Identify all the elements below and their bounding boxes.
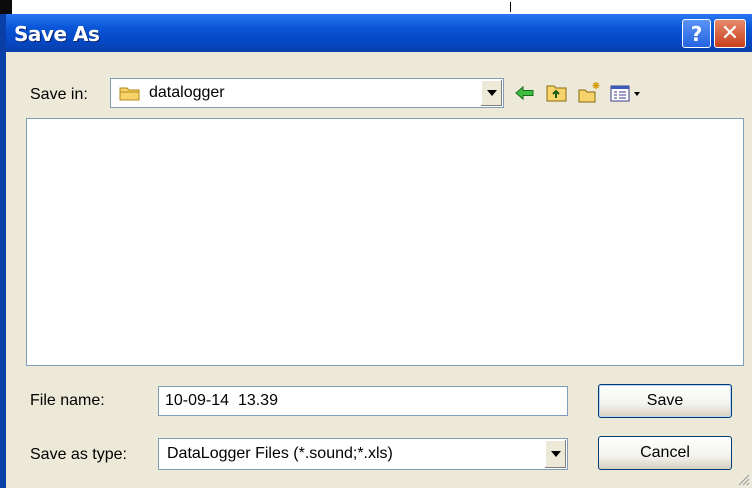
resize-grip-icon[interactable]: [736, 472, 750, 486]
save-as-type-label: Save as type:: [30, 446, 127, 463]
save-in-value: datalogger: [149, 84, 225, 101]
desktop-edge: [0, 0, 12, 14]
save-in-dropdown[interactable]: datalogger: [110, 78, 504, 108]
help-icon: ?: [690, 21, 703, 46]
file-name-label: File name:: [30, 392, 105, 409]
save-in-dropdown-arrow[interactable]: [480, 80, 502, 106]
save-as-type-value: DataLogger Files (*.sound;*.xls): [167, 445, 393, 462]
save-in-label: Save in:: [30, 86, 88, 103]
text-cursor: [510, 2, 514, 12]
cancel-button-label: Cancel: [640, 444, 690, 461]
file-list-area[interactable]: [26, 118, 744, 366]
close-button[interactable]: ✕: [714, 19, 746, 48]
title-bar[interactable]: Save As ? ✕: [6, 14, 752, 52]
new-folder-icon[interactable]: [576, 80, 602, 106]
save-as-dialog: Save As ? ✕ Save in: datalogger File nam…: [6, 14, 752, 488]
file-name-input[interactable]: [158, 386, 568, 416]
up-folder-icon[interactable]: [544, 80, 570, 106]
help-button[interactable]: ?: [682, 19, 711, 48]
save-button[interactable]: Save: [598, 384, 732, 418]
cancel-button[interactable]: Cancel: [598, 436, 732, 470]
back-arrow-icon[interactable]: [512, 80, 538, 106]
desktop-background: [0, 0, 752, 14]
close-icon: ✕: [720, 21, 740, 46]
save-as-type-dropdown-arrow[interactable]: [544, 440, 566, 468]
folder-icon: [119, 87, 140, 101]
save-as-type-dropdown[interactable]: DataLogger Files (*.sound;*.xls): [158, 438, 568, 470]
window-title: Save As: [14, 22, 100, 46]
view-menu-icon[interactable]: [608, 80, 646, 106]
save-button-label: Save: [646, 392, 684, 409]
